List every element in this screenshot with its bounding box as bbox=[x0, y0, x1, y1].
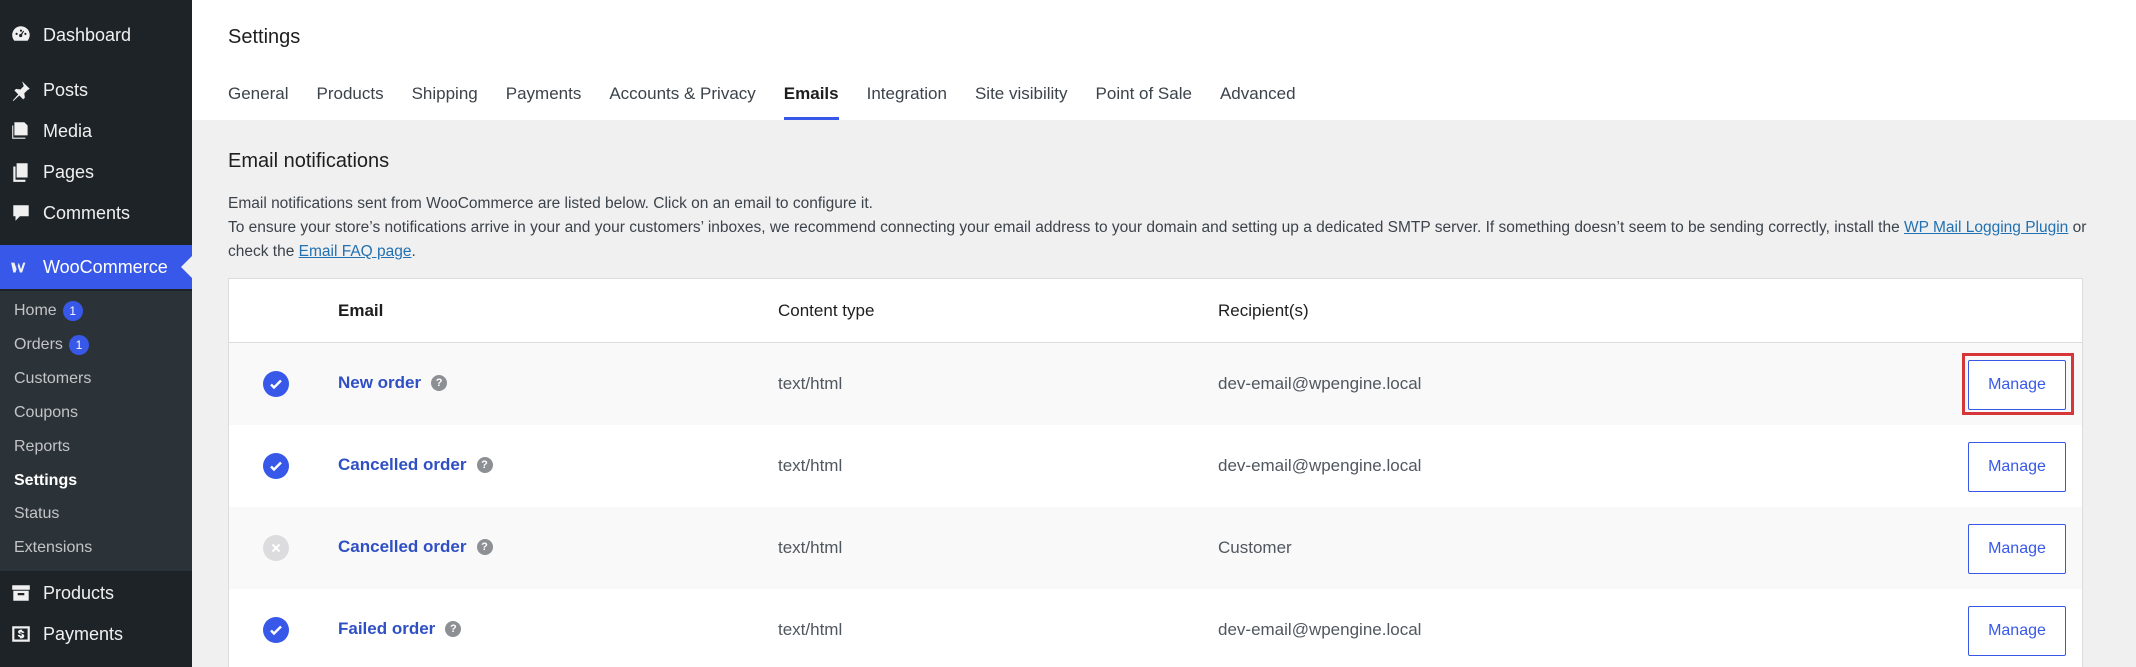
email-name: New order bbox=[338, 373, 422, 392]
email-name-link[interactable]: Failed order? bbox=[338, 619, 462, 639]
page-title: Settings bbox=[228, 26, 301, 48]
submenu-item-settings[interactable]: Settings bbox=[14, 469, 77, 493]
manage-button[interactable]: Manage bbox=[1968, 360, 2066, 410]
help-icon[interactable]: ? bbox=[431, 375, 448, 391]
manage-button[interactable]: Manage bbox=[1968, 524, 2066, 574]
submenu-item-customers[interactable]: Customers bbox=[14, 367, 91, 391]
menu-label: Payments bbox=[43, 623, 124, 644]
wp-mail-logging-link[interactable]: WP Mail Logging Plugin bbox=[1904, 219, 2068, 236]
content-type-value: text/html bbox=[778, 374, 843, 393]
description-line-2: To ensure your store’s notifications arr… bbox=[228, 216, 2086, 239]
count-badge: 1 bbox=[68, 335, 89, 355]
dashboard-icon bbox=[10, 24, 32, 46]
menu-dashboard[interactable]: Dashboard bbox=[0, 15, 192, 55]
enabled-check-icon bbox=[263, 617, 289, 643]
help-icon[interactable]: ? bbox=[445, 621, 462, 637]
content-type-value: text/html bbox=[778, 456, 843, 475]
admin-sidebar: Dashboard Posts Media Pages Comments Woo… bbox=[0, 0, 192, 667]
submenu-label: Home bbox=[14, 302, 57, 319]
menu-label: Dashboard bbox=[43, 24, 132, 45]
menu-label: Posts bbox=[43, 79, 89, 100]
content-type-value: text/html bbox=[778, 538, 843, 557]
tab-advanced[interactable]: Advanced bbox=[1220, 84, 1296, 120]
help-icon[interactable]: ? bbox=[476, 539, 493, 555]
recipient-value: dev-email@wpengine.local bbox=[1218, 456, 1422, 475]
submenu-item-home[interactable]: Home 1 bbox=[14, 299, 83, 323]
tab-emails[interactable]: Emails bbox=[783, 84, 839, 120]
email-faq-link[interactable]: Email FAQ page bbox=[299, 243, 412, 260]
tab-site-visibility[interactable]: Site visibility bbox=[975, 84, 1068, 120]
comments-icon bbox=[10, 202, 32, 224]
archive-icon bbox=[10, 582, 32, 604]
menu-label: Pages bbox=[43, 161, 95, 182]
recipient-value: dev-email@wpengine.local bbox=[1218, 620, 1422, 639]
menu-media[interactable]: Media bbox=[0, 111, 192, 151]
menu-pages[interactable]: Pages bbox=[0, 152, 192, 192]
email-name: Failed order bbox=[338, 619, 436, 638]
settings-tabs: General Products Shipping Payments Accou… bbox=[228, 84, 1324, 120]
submenu-item-extensions[interactable]: Extensions bbox=[14, 536, 92, 560]
email-name: Cancelled order bbox=[338, 537, 467, 556]
table-row: Cancelled order? text/html dev-email@wpe… bbox=[229, 425, 2082, 507]
menu-woocommerce[interactable]: WooCommerce bbox=[0, 245, 192, 289]
table-row: New order? text/html dev-email@wpengine.… bbox=[229, 343, 2082, 425]
tab-shipping[interactable]: Shipping bbox=[412, 84, 478, 120]
email-name-link[interactable]: Cancelled order? bbox=[338, 537, 493, 557]
enabled-check-icon bbox=[263, 453, 289, 479]
description-line-3: check the Email FAQ page. bbox=[228, 240, 416, 263]
menu-label: WooCommerce bbox=[43, 256, 168, 277]
pages-icon bbox=[10, 161, 32, 183]
email-name-link[interactable]: New order? bbox=[338, 373, 448, 393]
menu-label: Comments bbox=[43, 202, 131, 223]
count-badge: 1 bbox=[62, 301, 83, 321]
column-header-email: Email bbox=[338, 301, 384, 320]
email-name-link[interactable]: Cancelled order? bbox=[338, 455, 493, 475]
pin-icon bbox=[10, 79, 32, 101]
email-notifications-table: Email Content type Recipient(s) New orde… bbox=[228, 278, 2083, 667]
column-header-content-type: Content type bbox=[778, 301, 875, 320]
tab-products[interactable]: Products bbox=[316, 84, 383, 120]
email-name: Cancelled order bbox=[338, 455, 467, 474]
woocommerce-submenu: Home 1 Orders 1 Customers Coupons Report… bbox=[0, 291, 192, 571]
tab-integration[interactable]: Integration bbox=[867, 84, 947, 120]
tab-payments[interactable]: Payments bbox=[506, 84, 582, 120]
content-type-value: text/html bbox=[778, 620, 843, 639]
help-icon[interactable]: ? bbox=[476, 457, 493, 473]
description-line-1: Email notifications sent from WooCommerc… bbox=[228, 195, 873, 212]
recipient-value: dev-email@wpengine.local bbox=[1218, 374, 1422, 393]
menu-products[interactable]: Products bbox=[0, 573, 192, 613]
table-row: Failed order? text/html dev-email@wpengi… bbox=[229, 589, 2082, 667]
column-header-recipients: Recipient(s) bbox=[1218, 301, 1309, 320]
menu-label: Media bbox=[43, 120, 93, 141]
submenu-item-reports[interactable]: Reports bbox=[14, 435, 70, 459]
current-menu-arrow-icon bbox=[181, 256, 192, 278]
recipient-value: Customer bbox=[1218, 538, 1292, 557]
woocommerce-icon bbox=[10, 256, 32, 278]
menu-comments[interactable]: Comments bbox=[0, 193, 192, 233]
description-text: To ensure your store’s notifications arr… bbox=[228, 219, 1900, 236]
dollar-icon bbox=[10, 623, 32, 645]
submenu-item-status[interactable]: Status bbox=[14, 502, 59, 526]
submenu-item-coupons[interactable]: Coupons bbox=[14, 401, 78, 425]
submenu-label: Orders bbox=[14, 336, 63, 353]
enabled-check-icon bbox=[263, 371, 289, 397]
description-text: or bbox=[2072, 219, 2087, 236]
menu-posts[interactable]: Posts bbox=[0, 70, 192, 110]
manage-button[interactable]: Manage bbox=[1968, 606, 2066, 656]
submenu-item-orders[interactable]: Orders 1 bbox=[14, 333, 89, 357]
tab-accounts-privacy[interactable]: Accounts & Privacy bbox=[609, 84, 755, 120]
description-text: check the bbox=[228, 243, 295, 260]
section-title: Email notifications bbox=[228, 150, 390, 172]
tab-point-of-sale[interactable]: Point of Sale bbox=[1096, 84, 1192, 120]
disabled-x-icon bbox=[263, 535, 289, 561]
description-text: . bbox=[411, 243, 416, 260]
menu-payments[interactable]: Payments bbox=[0, 614, 192, 654]
manage-button[interactable]: Manage bbox=[1968, 442, 2066, 492]
table-header: Email Content type Recipient(s) bbox=[229, 279, 2082, 343]
table-row: Cancelled order? text/html Customer Mana… bbox=[229, 507, 2082, 589]
tab-general[interactable]: General bbox=[228, 84, 288, 120]
menu-label: Products bbox=[43, 582, 115, 603]
settings-header: Settings General Products Shipping Payme… bbox=[192, 0, 2136, 120]
media-icon bbox=[10, 120, 32, 142]
